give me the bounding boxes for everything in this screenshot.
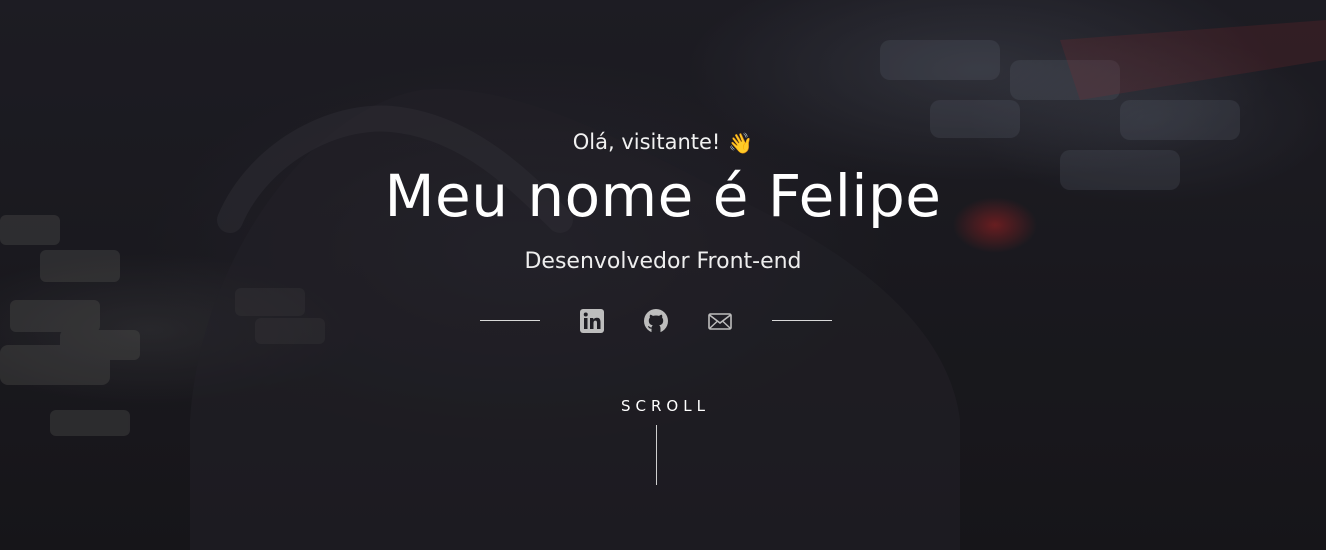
- hero-section: Olá, visitante! 👋 Meu nome é Felipe Desen…: [0, 0, 1326, 550]
- linkedin-icon: [580, 309, 604, 333]
- social-links: [480, 305, 832, 337]
- linkedin-link[interactable]: [578, 307, 606, 335]
- divider-line-left: [480, 320, 540, 321]
- page-title: Meu nome é Felipe: [384, 162, 942, 230]
- mail-icon: [708, 313, 732, 330]
- scroll-indicator-label[interactable]: SCROLL: [0, 397, 1326, 415]
- email-link[interactable]: [706, 307, 734, 335]
- github-link[interactable]: [642, 307, 670, 335]
- greeting: Olá, visitante! 👋: [0, 130, 1326, 155]
- background-overlay: [0, 0, 1326, 550]
- divider-line-right: [772, 320, 832, 321]
- scroll-indicator-line: [656, 425, 657, 485]
- waving-hand-icon: 👋: [728, 131, 754, 155]
- subtitle: Desenvolvedor Front-end: [524, 249, 802, 274]
- github-icon: [644, 309, 668, 333]
- greeting-text: Olá, visitante!: [572, 130, 721, 154]
